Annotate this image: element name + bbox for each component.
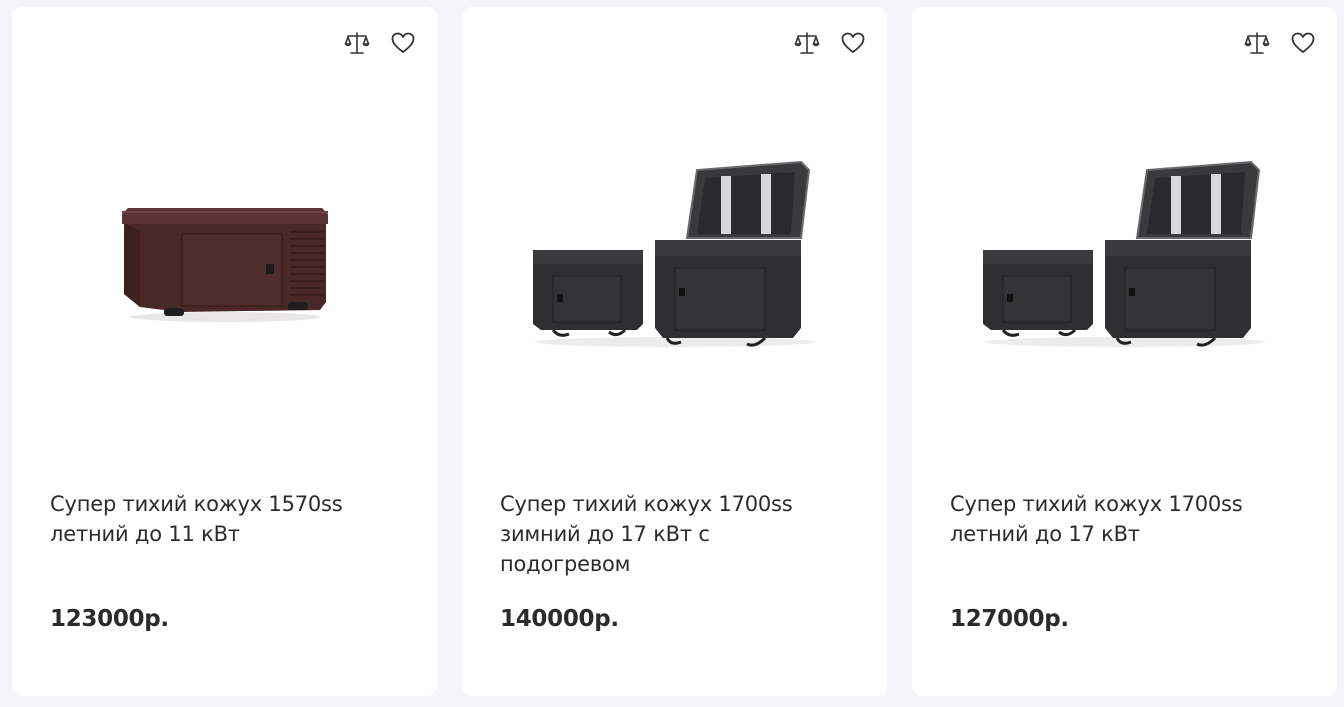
compare-button[interactable] [343, 29, 371, 57]
product-title[interactable]: Супер тихий кожух 1700ss летний до 17 кВ… [950, 489, 1290, 549]
product-image[interactable] [462, 147, 887, 357]
compare-button[interactable] [1243, 29, 1271, 57]
card-actions [1243, 29, 1317, 57]
product-card[interactable]: Супер тихий кожух 1570ss летний до 11 кВ… [12, 7, 437, 696]
compare-button[interactable] [793, 29, 821, 57]
compare-icon [1244, 32, 1270, 54]
product-grid: Супер тихий кожух 1570ss летний до 11 кВ… [0, 0, 1344, 707]
favorite-heart-icon [1291, 32, 1315, 53]
favorite-heart-icon [841, 32, 865, 53]
product-card[interactable]: Супер тихий кожух 1700ss летний до 17 кВ… [912, 7, 1337, 696]
product-price: 140000р. [500, 606, 619, 632]
favorite-button[interactable] [389, 29, 417, 57]
compare-icon [794, 32, 820, 54]
favorite-heart-icon [391, 32, 415, 53]
product-card[interactable]: Супер тихий кожух 1700ss зимний до 17 кВ… [462, 7, 887, 696]
product-title[interactable]: Супер тихий кожух 1570ss летний до 11 кВ… [50, 489, 390, 549]
card-actions [793, 29, 867, 57]
product-image[interactable] [12, 147, 437, 357]
enclosure-image [982, 160, 1265, 347]
product-title[interactable]: Супер тихий кожух 1700ss зимний до 17 кВ… [500, 489, 840, 579]
card-actions [343, 29, 417, 57]
enclosure-image [121, 208, 328, 322]
enclosure-image [532, 160, 815, 347]
favorite-button[interactable] [1289, 29, 1317, 57]
product-price: 123000р. [50, 606, 169, 632]
product-image[interactable] [912, 147, 1337, 357]
product-price: 127000р. [950, 606, 1069, 632]
favorite-button[interactable] [839, 29, 867, 57]
compare-icon [344, 32, 370, 54]
